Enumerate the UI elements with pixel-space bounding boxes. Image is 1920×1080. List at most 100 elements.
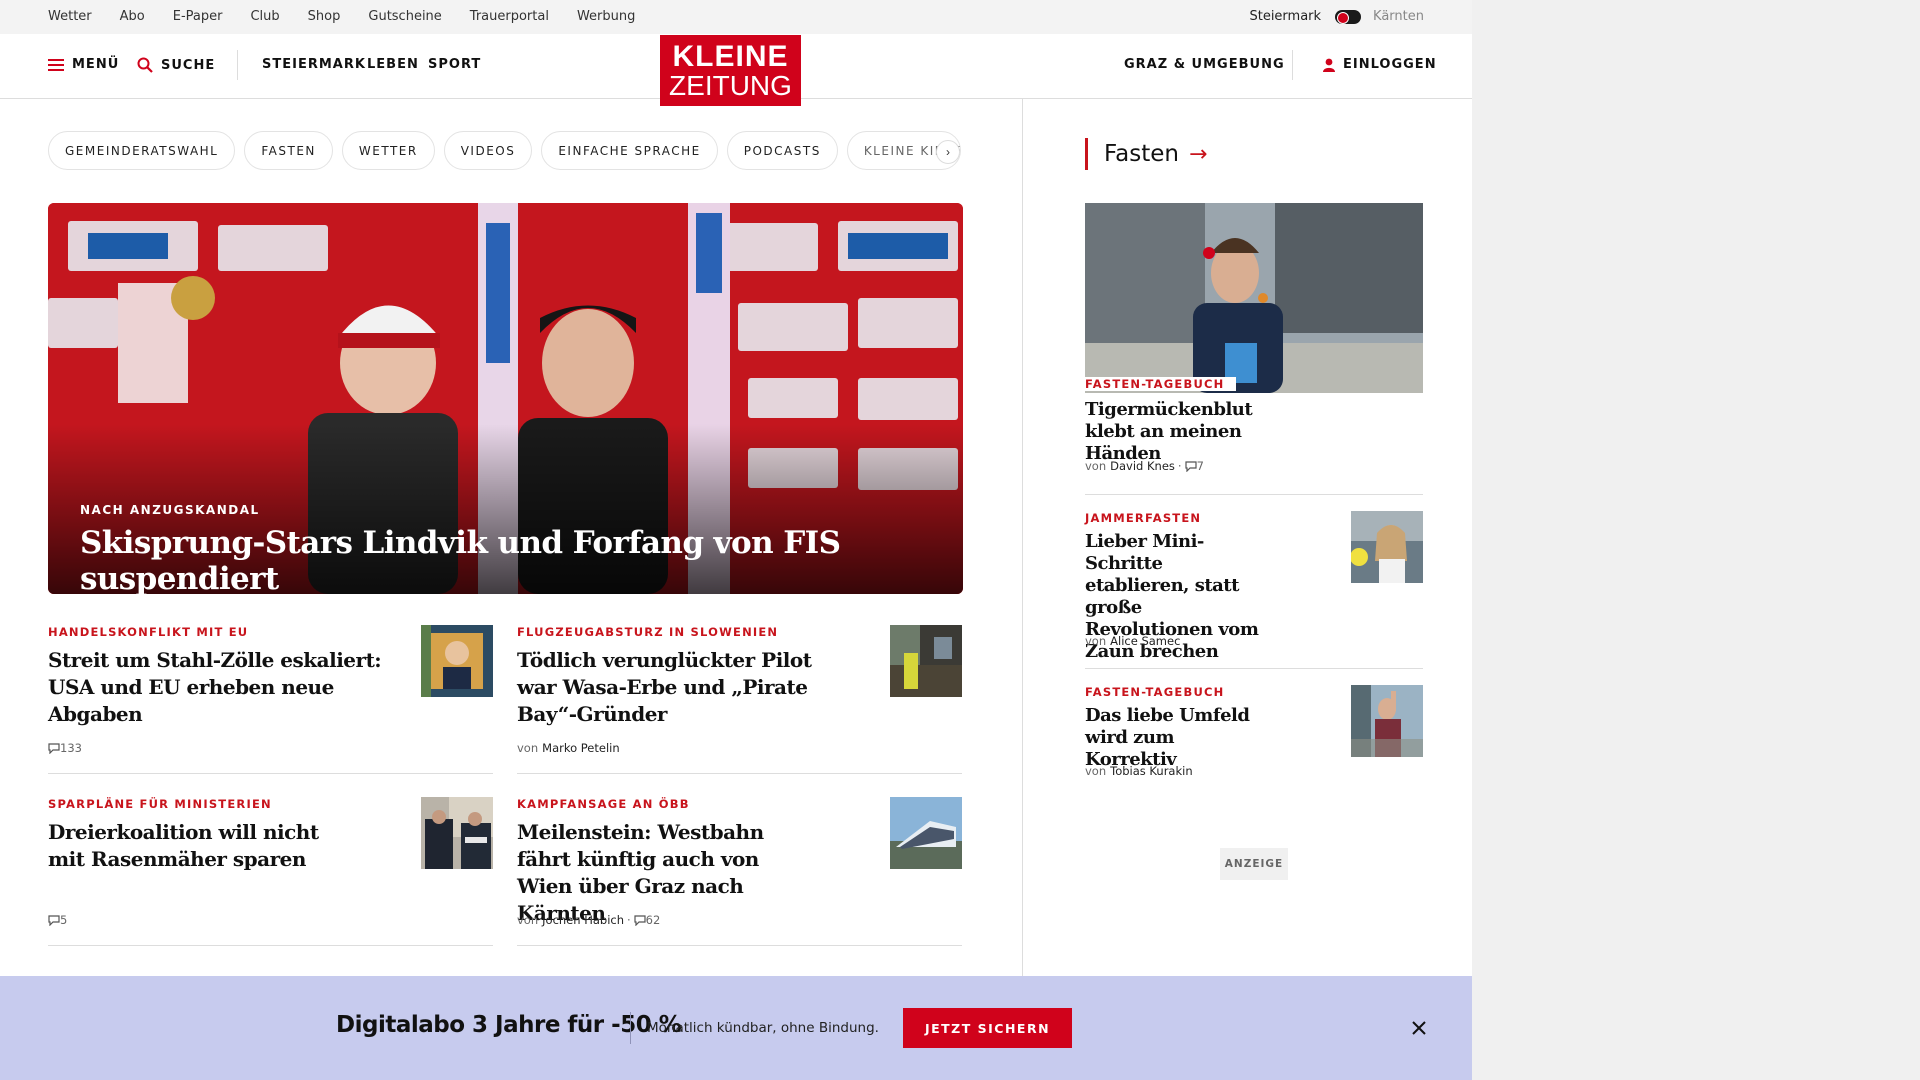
comments-value: 62 [645,913,661,927]
region-toggle[interactable] [1335,9,1362,24]
utility-link-werbung[interactable]: Werbung [577,9,635,24]
sidebar-title[interactable]: Das liebe Umfeld wird zum Korrektiv [1085,705,1265,771]
utility-link-trauerportal[interactable]: Trauerportal [470,9,549,24]
nav-graz-umgebung[interactable]: GRAZ & UMGEBUNG [1124,57,1285,72]
topic-chips: GEMEINDERATSWAHL FASTEN WETTER VIDEOS EI… [48,131,970,170]
chevron-right-icon: › [946,145,950,159]
page: Wetter Abo E-Paper Club Shop Gutscheine … [0,0,1472,1080]
login-label: EINLOGGEN [1343,57,1437,72]
nav-leben[interactable]: LEBEN [367,57,419,72]
arrow-right-icon: → [1188,141,1208,167]
promo-banner: Digitalabo 3 Jahre für -50 % Monatlich k… [0,976,1472,1080]
article-author[interactable]: Jochen Habich [542,913,624,927]
logo[interactable]: KLEINE ZEITUNG [660,35,801,106]
utility-link-abo[interactable]: Abo [120,9,145,24]
chip-gemeinderatswahl[interactable]: GEMEINDERATSWAHL [48,131,236,170]
sidebar-article[interactable]: JAMMERFASTEN Lieber Mini-Schritte etabli… [1085,511,1423,663]
close-button[interactable] [1408,1017,1430,1039]
utility-link-epaper[interactable]: E-Paper [173,9,223,24]
sidebar-author[interactable]: Tobias Kurakin [1110,764,1192,778]
header-divider [237,50,238,80]
close-icon [1412,1021,1426,1035]
article-card[interactable]: KAMPFANSAGE AN ÖBB Meilenstein: Westbahn… [517,797,962,946]
sidebar-meta: von David Knes · 7 [1085,459,1204,473]
chip-fasten[interactable]: FASTEN [244,131,333,170]
user-icon [1323,58,1335,72]
menu-button[interactable]: MENÜ [48,57,119,72]
hero-kicker: NACH ANZUGSKANDAL [80,503,260,517]
nav-sport[interactable]: SPORT [428,57,481,72]
comment-icon [634,914,646,926]
menu-label: MENÜ [72,57,120,72]
author-prefix: von [1085,634,1107,648]
search-button[interactable]: SUCHE [137,57,215,73]
chips-next-button[interactable]: › [936,140,960,164]
region-kaernten[interactable]: Kärnten [1373,9,1424,24]
region-switch: Steiermark Kärnten [1249,9,1424,24]
utility-link-shop[interactable]: Shop [308,9,341,24]
author-prefix: von [1085,764,1107,778]
sidebar-heading[interactable]: Fasten → [1085,138,1207,170]
comment-icon [48,914,60,926]
sidebar-meta: von Tobias Kurakin [1085,764,1193,778]
hamburger-icon [48,58,64,71]
article-thumbnail[interactable] [421,625,493,697]
chip-podcasts[interactable]: PODCASTS [726,131,838,170]
sidebar-thumbnail[interactable] [1351,511,1423,583]
sidebar-feature-image[interactable] [1085,203,1423,393]
comment-icon [48,742,60,754]
article-meta: 133 [48,741,82,755]
chip-wetter[interactable]: WETTER [341,131,435,170]
chip-einfache-sprache[interactable]: EINFACHE SPRACHE [541,131,718,170]
comments-count[interactable]: 7 [1184,459,1204,473]
article-card[interactable]: SPARPLÄNE FÜR MINISTERIEN Dreierkoalitio… [48,797,493,946]
sidebar-kicker: FASTEN-TAGEBUCH [1085,377,1237,391]
author-prefix: von [517,913,539,927]
article-author[interactable]: Marko Petelin [542,741,620,755]
logo-line1: KLEINE [672,40,789,73]
article-title[interactable]: Meilenstein: Westbahn fährt künftig auch… [517,819,817,927]
comments-count[interactable]: 5 [48,913,67,927]
article-card[interactable]: HANDELSKONFLIKT MIT EU Streit um Stahl-Z… [48,625,493,774]
promo-divider [630,1012,631,1044]
comment-icon [1184,460,1197,472]
sidebar-author[interactable]: David Knes [1110,459,1175,473]
nav-steiermark[interactable]: STEIERMARK [262,57,366,72]
article-card[interactable]: FLUGZEUGABSTURZ IN SLOWENIEN Tödlich ver… [517,625,962,774]
hero-article[interactable]: NACH ANZUGSKANDAL Skisprung-Stars Lindvi… [48,203,963,594]
utility-links: Wetter Abo E-Paper Club Shop Gutscheine … [48,9,663,24]
hero-title[interactable]: Skisprung-Stars Lindvik und Forfang von … [80,525,963,594]
sidebar-title[interactable]: Tigermückenblut klebt an meinen Händen [1085,399,1295,465]
region-steiermark[interactable]: Steiermark [1249,9,1321,24]
meta-dot: · [627,913,631,927]
sidebar-article[interactable]: FASTEN-TAGEBUCH Das liebe Umfeld wird zu… [1085,685,1423,778]
utility-link-club[interactable]: Club [250,9,279,24]
header-divider-right [1292,50,1293,80]
utility-link-wetter[interactable]: Wetter [48,9,92,24]
login-button[interactable]: EINLOGGEN [1323,57,1437,72]
right-gutter [1472,0,1920,1080]
comments-count[interactable]: 62 [634,913,661,927]
article-thumbnail[interactable] [890,797,962,869]
article-title[interactable]: Tödlich verunglückter Pilot war Wasa-Erb… [517,647,817,728]
meta-dot: · [1177,459,1182,473]
author-prefix: von [1085,459,1107,473]
comments-count[interactable]: 133 [48,741,82,755]
utility-link-gutscheine[interactable]: Gutscheine [368,9,441,24]
promo-cta-button[interactable]: JETZT SICHERN [903,1008,1072,1048]
sidebar-thumbnail[interactable] [1351,685,1423,757]
sidebar-author[interactable]: Alice Samec [1110,634,1180,648]
sidebar-divider [1085,668,1423,669]
article-title[interactable]: Streit um Stahl-Zölle eskaliert: USA und… [48,647,408,728]
sidebar-article[interactable]: FASTEN-TAGEBUCH Tigermückenblut klebt an… [1085,375,1423,473]
comments-value: 7 [1196,459,1204,473]
promo-subtitle: Monatlich kündbar, ohne Bindung. [647,1020,879,1036]
article-thumbnail[interactable] [890,625,962,697]
sidebar-divider [1085,494,1423,495]
article-meta: von Marko Petelin [517,741,620,755]
article-thumbnail[interactable] [421,797,493,869]
article-title[interactable]: Dreierkoalition will nicht mit Rasenmähe… [48,819,338,873]
sidebar-meta: von Alice Samec [1085,634,1180,648]
chip-videos[interactable]: VIDEOS [443,131,533,170]
comments-value: 5 [60,913,68,927]
